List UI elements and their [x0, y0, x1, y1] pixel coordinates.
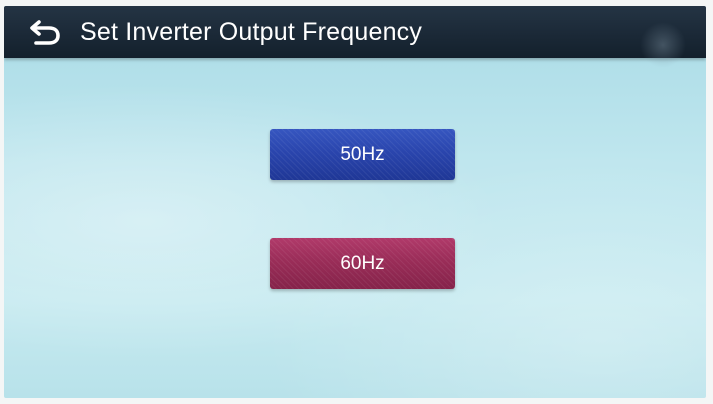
frequency-50hz-label: 50Hz [340, 144, 385, 165]
frequency-50hz-button[interactable]: 50Hz [270, 129, 455, 180]
back-arrow-icon [30, 18, 62, 46]
frequency-60hz-button[interactable]: 60Hz [270, 238, 455, 289]
screen-glare [640, 22, 686, 68]
frequency-60hz-label: 60Hz [340, 253, 385, 274]
page-title: Set Inverter Output Frequency [80, 18, 423, 46]
title-bar: Set Inverter Output Frequency [4, 6, 706, 68]
back-button[interactable] [30, 18, 62, 46]
touch-screen: Set Inverter Output Frequency 50Hz 60Hz [4, 6, 706, 398]
device-frame: Set Inverter Output Frequency 50Hz 60Hz [0, 0, 713, 404]
